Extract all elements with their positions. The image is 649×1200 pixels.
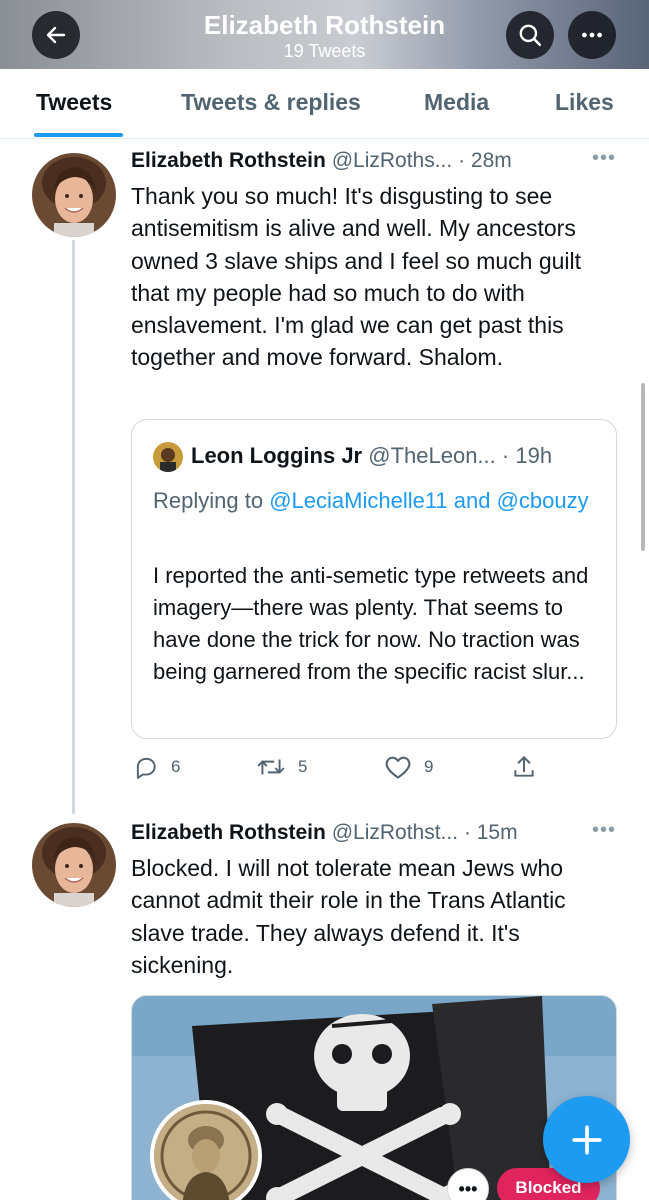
profile-header: Elizabeth Rothstein 19 Tweets (0, 0, 649, 69)
quote-avatar (153, 442, 183, 472)
replying-to-label: Replying to (153, 488, 264, 513)
quote-header: Leon Loggins Jr @TheLeon... · 19h (191, 443, 552, 469)
reply-button[interactable]: 6 (133, 754, 180, 780)
author-handle: @LizRothst... (331, 821, 459, 844)
tweet-time: · 15m (463, 821, 518, 844)
quote-author-handle: @TheLeon... (368, 443, 496, 468)
active-tab-indicator (34, 133, 123, 137)
tweet-options-button[interactable]: ••• (592, 147, 616, 170)
author-name[interactable]: Elizabeth Rothstein (131, 821, 326, 844)
tweet-header: Elizabeth Rothstein @LizRoths... · 28m (131, 149, 512, 173)
tweet-time: · 28m (458, 149, 512, 172)
heart-icon (385, 756, 411, 779)
more-horizontal-icon (582, 32, 602, 38)
profile-photo-icon (32, 823, 116, 907)
quote-text: I reported the anti-semetic type retweet… (153, 563, 589, 684)
profile-photo-icon (153, 442, 183, 472)
quote-time: · 19h (501, 443, 553, 468)
retweet-button[interactable]: 5 (256, 754, 307, 780)
tab-media[interactable]: Media (424, 89, 489, 116)
avatar[interactable] (32, 153, 116, 237)
replying-to: Replying to @LeciaMichelle11 and @cbouzy (153, 483, 603, 519)
card-profile-avatar[interactable] (150, 1100, 262, 1200)
scrollbar[interactable] (641, 383, 645, 551)
avatar[interactable] (32, 823, 116, 907)
profile-photo-icon (32, 153, 116, 237)
tab-likes[interactable]: Likes (555, 89, 614, 116)
retweet-icon (257, 759, 285, 775)
more-button[interactable] (568, 11, 616, 59)
share-icon (514, 756, 534, 777)
share-button[interactable] (511, 754, 537, 780)
compose-plus-icon (571, 1124, 602, 1155)
profile-tabs: Tweets Tweets & replies Media Likes (0, 69, 649, 139)
tweet-header: Elizabeth Rothstein @LizRothst... · 15m (131, 821, 518, 845)
like-count: 9 (424, 757, 434, 776)
tab-tweets[interactable]: Tweets (36, 89, 112, 116)
search-icon (519, 24, 542, 47)
retweet-count: 5 (298, 757, 308, 776)
reply-icon (136, 757, 156, 779)
engraving-portrait-icon (154, 1104, 258, 1200)
reply-count: 6 (171, 757, 181, 776)
tweet-options-button[interactable]: ••• (592, 819, 616, 842)
thread-connector (72, 240, 75, 814)
replying-to-users[interactable]: @LeciaMichelle11 and @cbouzy (269, 488, 588, 513)
tweet-text: Thank you so much! It's disgusting to se… (131, 183, 582, 371)
quoted-tweet[interactable]: Leon Loggins Jr @TheLeon... · 19h Replyi… (131, 419, 617, 739)
like-button[interactable]: 9 (384, 754, 433, 780)
author-handle: @LizRoths... (331, 149, 453, 172)
search-button[interactable] (506, 11, 554, 59)
author-name[interactable]: Elizabeth Rothstein (131, 149, 326, 172)
quote-author-name: Leon Loggins Jr (191, 443, 363, 468)
tab-tweets-and-replies[interactable]: Tweets & replies (181, 89, 361, 116)
compose-tweet-button[interactable] (543, 1096, 630, 1183)
tweet-text: Blocked. I will not tolerate mean Jews w… (131, 855, 566, 978)
